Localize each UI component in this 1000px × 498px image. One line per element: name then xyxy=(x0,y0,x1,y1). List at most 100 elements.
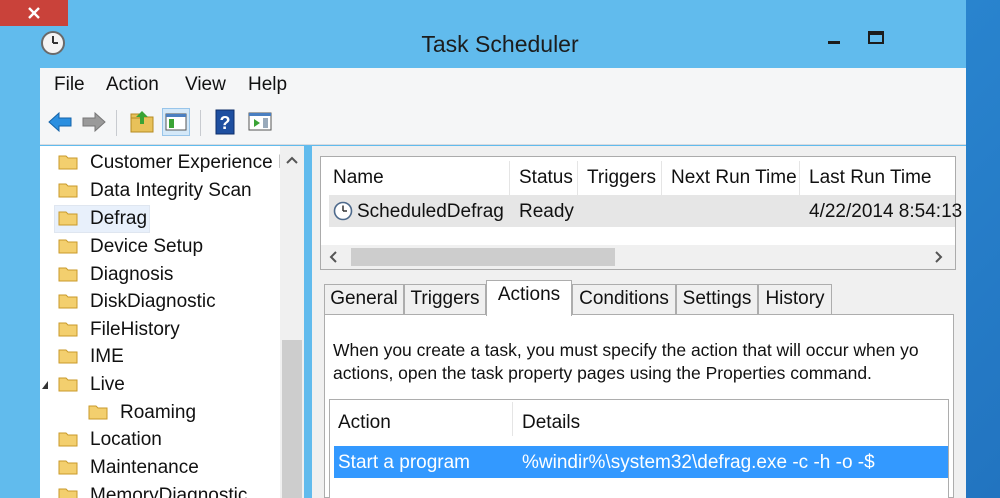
tree-item-label: Roaming xyxy=(120,402,197,423)
column-separator[interactable] xyxy=(661,161,662,195)
title-bar[interactable]: Task Scheduler xyxy=(0,0,966,68)
tree-item[interactable]: Live xyxy=(56,372,300,398)
actions-table: Action Details Start a program %windir%\… xyxy=(329,399,949,498)
folder-icon xyxy=(88,405,108,420)
tree-item[interactable]: Diagnosis xyxy=(56,262,300,288)
column-separator[interactable] xyxy=(799,161,800,195)
tree-item-label: Location xyxy=(90,429,162,450)
tree-scroll-thumb[interactable] xyxy=(282,340,302,498)
expanded-arrow-icon[interactable] xyxy=(41,380,49,390)
tree-item-label: FileHistory xyxy=(90,319,180,340)
tree-item[interactable]: Maintenance xyxy=(56,455,300,481)
scroll-up-icon[interactable] xyxy=(286,156,298,164)
tree-item-label: Diagnosis xyxy=(90,264,174,285)
folder-icon xyxy=(58,155,78,170)
task-scheduler-window: Task Scheduler File Action View Help ? C… xyxy=(0,0,966,498)
action-type: Start a program xyxy=(338,452,470,473)
scroll-right-icon[interactable] xyxy=(935,251,943,263)
tree-item[interactable]: Customer Experience Ir xyxy=(56,150,300,176)
tree-item-selected[interactable]: Defrag xyxy=(54,205,150,233)
column-header-next-run[interactable]: Next Run Time xyxy=(671,167,797,189)
close-button[interactable] xyxy=(0,0,68,26)
tab-conditions[interactable]: Conditions xyxy=(572,284,676,314)
back-arrow-icon[interactable] xyxy=(46,108,74,136)
table-row[interactable]: Start a program %windir%\system32\defrag… xyxy=(334,446,948,478)
task-name: ScheduledDefrag xyxy=(357,201,504,222)
tree-item-label: Maintenance xyxy=(90,457,199,478)
folder-tree: Customer Experience Ir Data Integrity Sc… xyxy=(40,146,304,498)
tree-item-label: MemoryDiagnostic xyxy=(90,485,248,498)
menu-view[interactable]: View xyxy=(185,74,226,96)
folder-icon xyxy=(58,488,78,498)
svg-text:?: ? xyxy=(220,113,231,133)
tree-item[interactable]: Location xyxy=(56,427,300,453)
folder-icon xyxy=(58,349,78,364)
column-header-last-run[interactable]: Last Run Time xyxy=(809,167,932,189)
folder-icon xyxy=(58,460,78,475)
tree-item-label: Customer Experience Ir xyxy=(90,152,290,173)
minimize-button[interactable] xyxy=(826,26,854,52)
folder-icon xyxy=(58,267,78,282)
tree-item[interactable]: Roaming xyxy=(86,400,300,426)
task-list-horizontal-scrollbar[interactable] xyxy=(321,245,955,269)
tab-history[interactable]: History xyxy=(758,284,832,314)
column-separator[interactable] xyxy=(512,402,513,436)
toolbar-separator xyxy=(116,110,117,136)
column-header-details[interactable]: Details xyxy=(522,412,580,434)
scroll-left-icon[interactable] xyxy=(329,251,337,263)
folder-icon xyxy=(58,183,78,198)
description-line: When you create a task, you must specify… xyxy=(333,340,919,360)
task-last-run: 4/22/2014 8:54:13 xyxy=(809,201,963,222)
maximize-button[interactable] xyxy=(866,26,888,52)
toolbar-separator xyxy=(200,110,201,136)
tree-item-label: Live xyxy=(90,374,125,395)
task-list: Name Status Triggers Next Run Time Last … xyxy=(320,156,962,270)
clock-icon xyxy=(333,201,353,221)
tree-item-label: IME xyxy=(90,346,124,367)
show-hide-tree-icon xyxy=(165,113,187,131)
tab-general[interactable]: General xyxy=(324,284,404,314)
menu-file[interactable]: File xyxy=(54,74,85,96)
tree-item[interactable]: DiskDiagnostic xyxy=(56,289,300,315)
task-status: Ready xyxy=(519,201,574,222)
tree-item[interactable]: MemoryDiagnostic xyxy=(56,483,300,498)
tree-item[interactable]: Data Integrity Scan xyxy=(56,178,300,204)
up-folder-icon[interactable] xyxy=(128,108,156,136)
column-separator[interactable] xyxy=(577,161,578,195)
help-icon[interactable]: ? xyxy=(212,108,240,136)
column-header-name[interactable]: Name xyxy=(333,167,384,189)
tree-item[interactable]: FileHistory xyxy=(56,317,300,343)
folder-icon xyxy=(58,239,78,254)
tab-triggers[interactable]: Triggers xyxy=(404,284,486,314)
menu-action[interactable]: Action xyxy=(106,74,159,96)
task-properties: General Triggers Actions Conditions Sett… xyxy=(320,276,954,498)
menu-help[interactable]: Help xyxy=(248,74,287,96)
tree-item[interactable]: Device Setup xyxy=(56,234,300,260)
show-hide-tree-button[interactable] xyxy=(162,108,190,136)
description-line: actions, open the task property pages us… xyxy=(333,363,872,383)
menu-bar: File Action View Help xyxy=(40,68,966,102)
folder-icon xyxy=(58,211,78,226)
forward-arrow-icon[interactable] xyxy=(80,108,108,136)
toolbar: ? xyxy=(40,102,966,145)
folder-icon xyxy=(58,432,78,447)
column-header-action[interactable]: Action xyxy=(338,412,391,434)
actions-tab-content: When you create a task, you must specify… xyxy=(324,314,954,498)
column-header-triggers[interactable]: Triggers xyxy=(587,167,656,189)
column-header-status[interactable]: Status xyxy=(519,167,573,189)
close-icon xyxy=(28,7,40,19)
tab-actions[interactable]: Actions xyxy=(486,280,572,316)
window-title: Task Scheduler xyxy=(421,31,579,57)
tree-item-label: Defrag xyxy=(90,208,148,229)
action-pane-icon[interactable] xyxy=(246,108,274,136)
column-separator[interactable] xyxy=(509,161,510,195)
tree-item-label: DiskDiagnostic xyxy=(90,291,216,312)
tab-settings[interactable]: Settings xyxy=(676,284,758,314)
folder-icon xyxy=(58,322,78,337)
tree-item[interactable]: IME xyxy=(56,344,300,370)
tree-item-label: Device Setup xyxy=(90,236,204,257)
tree-item-label: Data Integrity Scan xyxy=(90,180,252,201)
horizontal-scroll-thumb[interactable] xyxy=(351,248,615,266)
folder-icon xyxy=(58,294,78,309)
action-details: %windir%\system32\defrag.exe -c -h -o -$ xyxy=(522,452,875,473)
